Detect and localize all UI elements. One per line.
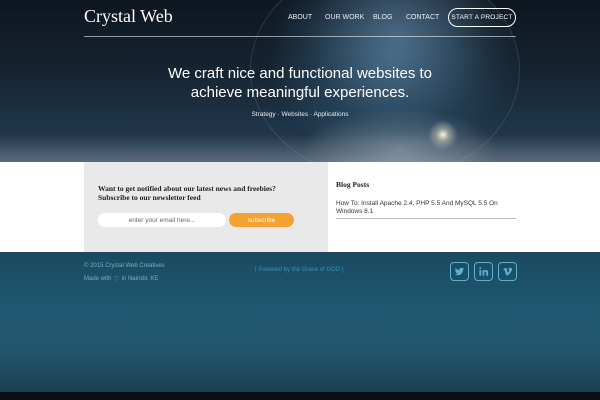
content-band: Want to get notified about our latest ne…	[0, 162, 600, 252]
made-prefix: Made with	[84, 276, 112, 282]
linkedin-button[interactable]	[474, 262, 493, 281]
heart-icon: ♡	[113, 276, 120, 283]
blog-posts-title: Blog Posts	[336, 180, 370, 189]
tagline-line-2: achieve meaningful experiences.	[190, 84, 410, 101]
start-project-button[interactable]: START A PROJECT	[448, 8, 516, 27]
linkedin-icon	[479, 267, 489, 276]
subscribe-button[interactable]: subscribe	[229, 213, 294, 227]
bottom-bar	[0, 392, 600, 400]
site-logo[interactable]: Crystal Web	[84, 6, 173, 27]
blog-post-link[interactable]: How To: Install Apache 2.4, PHP 5.5 And …	[336, 200, 506, 216]
tagline-line-1: We craft nice and functional websites to	[167, 65, 433, 82]
blog-divider	[336, 218, 516, 219]
made-with-text: Made with ♡ in Nairobi, KE	[84, 275, 158, 283]
made-suffix: in Nairobi, KE	[121, 276, 159, 282]
nav-contact[interactable]: CONTACT	[406, 14, 439, 21]
snow-ground	[0, 135, 600, 162]
site-footer: © 2015 Crystal Web Creatives Made with ♡…	[0, 252, 600, 392]
header-divider	[84, 36, 516, 37]
newsletter-panel: Want to get notified about our latest ne…	[84, 162, 328, 252]
newsletter-title: Want to get notified about our latest ne…	[98, 184, 276, 202]
powered-by-text: [ Powered by the Grace of GOD ]	[255, 267, 344, 273]
nav-blog[interactable]: BLOG	[373, 14, 392, 21]
nav-our-work[interactable]: OUR WORK	[325, 14, 364, 21]
vimeo-button[interactable]	[498, 262, 517, 281]
copyright-text: © 2015 Crystal Web Creatives	[84, 263, 165, 269]
twitter-icon	[454, 267, 465, 276]
twitter-button[interactable]	[450, 262, 469, 281]
email-input[interactable]	[98, 213, 226, 227]
hero-tagline: We craft nice and functional websites to…	[120, 64, 480, 102]
hero-section: Crystal Web ABOUT OUR WORK BLOG CONTACT …	[0, 0, 600, 162]
services-list: Strategy · Websites · Applications	[251, 111, 349, 118]
vimeo-icon	[503, 267, 513, 276]
nav-about[interactable]: ABOUT	[288, 14, 312, 21]
